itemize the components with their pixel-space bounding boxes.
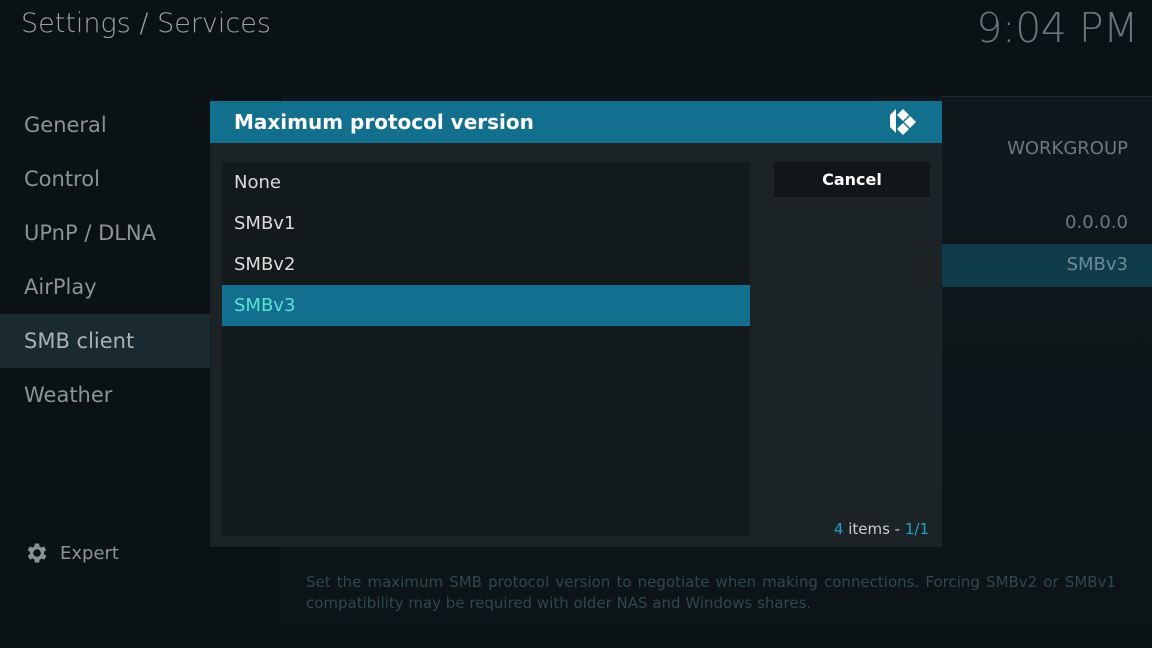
sidebar-item-label: AirPlay bbox=[24, 275, 97, 299]
sidebar-item-label: UPnP / DLNA bbox=[24, 221, 157, 245]
page-indicator: 1/1 bbox=[904, 520, 929, 538]
gear-icon bbox=[27, 543, 47, 563]
options-list: None SMBv1 SMBv2 SMBv3 bbox=[222, 162, 750, 536]
page-title: Settings / Services bbox=[21, 8, 271, 39]
sidebar-item-label: SMB client bbox=[24, 329, 135, 353]
items-count-number: 4 bbox=[833, 520, 844, 538]
list-item-smbv3[interactable]: SMBv3 bbox=[222, 285, 750, 326]
list-item-none[interactable]: None bbox=[222, 162, 750, 203]
expert-level-button[interactable]: Expert bbox=[24, 540, 119, 566]
sidebar-item-label: General bbox=[24, 113, 107, 137]
setting-description: Set the maximum SMB protocol version to … bbox=[306, 573, 1116, 612]
kodi-logo-icon bbox=[890, 109, 916, 135]
list-item-smbv2[interactable]: SMBv2 bbox=[222, 244, 750, 285]
workgroup-value: WORKGROUP bbox=[1007, 138, 1128, 159]
dialog-header: Maximum protocol version bbox=[210, 101, 942, 143]
items-count: 4 items - 1/1 bbox=[834, 520, 929, 538]
select-dialog: Maximum protocol version None SMBv1 SMBv… bbox=[210, 101, 942, 547]
items-count-word: items - bbox=[843, 520, 905, 538]
dialog-title: Maximum protocol version bbox=[234, 110, 534, 134]
clock: 9:04 PM bbox=[976, 4, 1138, 52]
expert-label: Expert bbox=[60, 542, 119, 564]
sidebar-item-label: Weather bbox=[24, 383, 113, 407]
divider bbox=[942, 96, 1152, 97]
cancel-button[interactable]: Cancel bbox=[774, 162, 930, 197]
max-protocol-value: SMBv3 bbox=[1066, 254, 1128, 275]
sidebar-item-label: Control bbox=[24, 167, 100, 191]
list-item-smbv1[interactable]: SMBv1 bbox=[222, 203, 750, 244]
wins-server-value: 0.0.0.0 bbox=[1065, 212, 1128, 233]
